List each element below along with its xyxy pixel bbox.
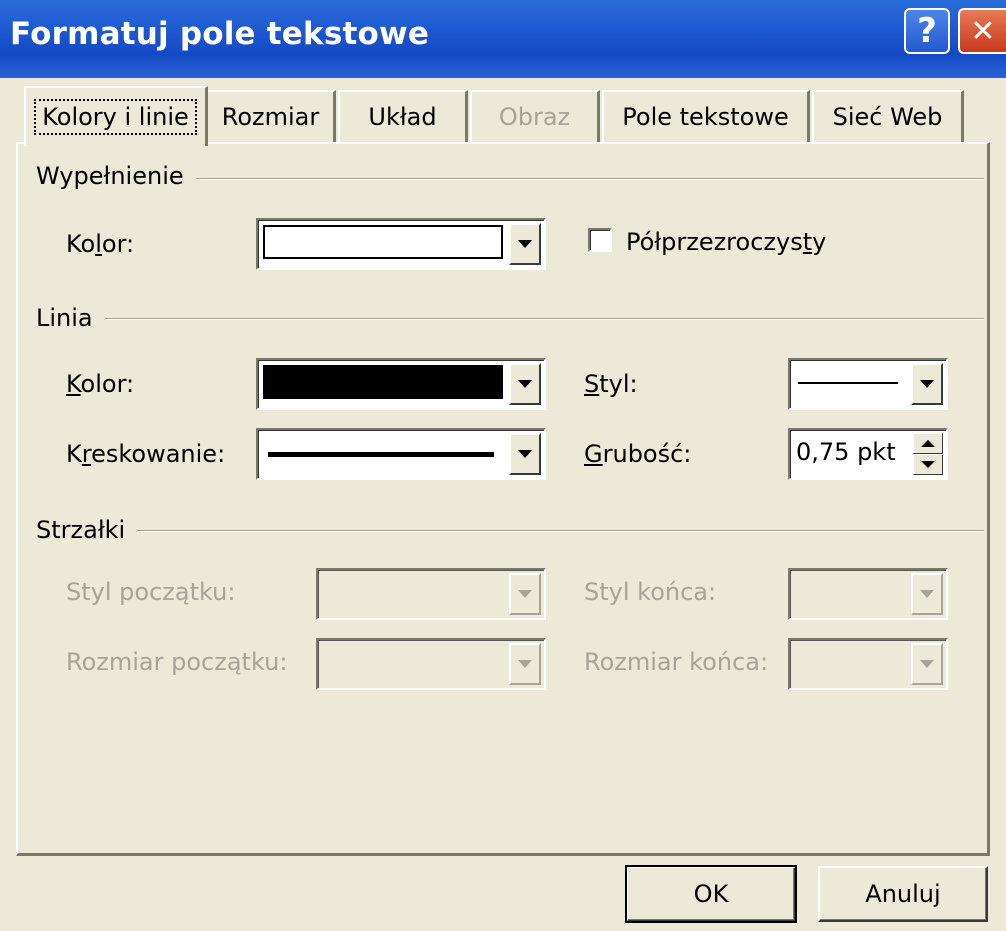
tab-label: Układ bbox=[368, 103, 437, 131]
fill-color-swatch bbox=[263, 225, 503, 259]
line-section-divider bbox=[36, 318, 984, 320]
fill-section-label: Wypełnienie bbox=[36, 162, 196, 190]
cancel-button[interactable]: Anuluj bbox=[818, 866, 988, 922]
question-mark-icon: ? bbox=[917, 11, 937, 51]
tab-label: Rozmiar bbox=[221, 103, 320, 131]
chevron-down-icon bbox=[518, 380, 532, 388]
end-size-label: Rozmiar końca: bbox=[584, 648, 769, 676]
chevron-down-icon bbox=[518, 660, 532, 668]
semi-transparent-label: Półprzezroczysty bbox=[626, 228, 827, 256]
chevron-down-icon bbox=[920, 590, 934, 598]
title-bar[interactable]: Formatuj pole tekstowe ? ✕ bbox=[0, 0, 1006, 78]
dash-dropdown[interactable] bbox=[256, 428, 546, 480]
dash-preview bbox=[268, 452, 494, 457]
arrows-section-divider bbox=[36, 530, 984, 532]
semi-transparent-checkbox[interactable] bbox=[588, 228, 612, 252]
dropdown-button bbox=[911, 643, 943, 685]
tab-web[interactable]: Sieć Web bbox=[812, 90, 964, 142]
tab-colors-and-lines[interactable]: Kolory i linie bbox=[24, 86, 208, 146]
dropdown-button[interactable] bbox=[509, 433, 541, 475]
dropdown-button bbox=[509, 573, 541, 615]
tab-text-box[interactable]: Pole tekstowe bbox=[602, 90, 810, 142]
begin-style-dropdown bbox=[316, 568, 546, 620]
spin-up-button[interactable] bbox=[913, 433, 943, 454]
spin-down-button[interactable] bbox=[913, 454, 943, 475]
line-color-label: Kolor: bbox=[66, 370, 135, 398]
line-section-label: Linia bbox=[36, 304, 105, 332]
close-icon: ✕ bbox=[970, 13, 996, 49]
end-style-dropdown bbox=[788, 568, 948, 620]
line-color-dropdown[interactable] bbox=[256, 358, 546, 410]
help-button[interactable]: ? bbox=[904, 8, 950, 54]
weight-label: Grubość: bbox=[584, 440, 692, 468]
line-color-swatch bbox=[263, 365, 503, 399]
tab-label: Pole tekstowe bbox=[622, 103, 789, 131]
dropdown-button[interactable] bbox=[509, 363, 541, 405]
dropdown-button[interactable] bbox=[911, 363, 943, 405]
begin-size-label: Rozmiar początku: bbox=[66, 648, 288, 676]
weight-spinner[interactable]: 0,75 pkt bbox=[788, 428, 948, 480]
end-style-label: Styl końca: bbox=[584, 578, 717, 606]
close-button[interactable]: ✕ bbox=[958, 8, 1006, 54]
fill-color-dropdown[interactable] bbox=[256, 218, 546, 270]
chevron-down-icon bbox=[920, 660, 934, 668]
arrows-section-label: Strzałki bbox=[36, 516, 138, 544]
tab-label: Kolory i linie bbox=[34, 99, 197, 135]
line-style-preview bbox=[798, 382, 898, 384]
line-style-dropdown[interactable] bbox=[788, 358, 948, 410]
tab-layout[interactable]: Układ bbox=[338, 90, 468, 142]
fill-color-label: Kolor: bbox=[66, 230, 135, 258]
chevron-down-icon bbox=[518, 590, 532, 598]
dropdown-button bbox=[509, 643, 541, 685]
dropdown-button bbox=[911, 573, 943, 615]
chevron-down-icon bbox=[518, 450, 532, 458]
chevron-down-icon bbox=[920, 380, 934, 388]
dash-label: Kreskowanie: bbox=[66, 440, 226, 468]
arrow-down-icon bbox=[921, 461, 935, 468]
window-title: Formatuj pole tekstowe bbox=[10, 16, 430, 52]
tab-picture: Obraz bbox=[470, 90, 600, 142]
chevron-down-icon bbox=[518, 240, 532, 248]
tab-size[interactable]: Rozmiar bbox=[206, 90, 336, 142]
dropdown-button[interactable] bbox=[509, 223, 541, 265]
tab-label: Sieć Web bbox=[832, 103, 943, 131]
begin-size-dropdown bbox=[316, 638, 546, 690]
tab-label: Obraz bbox=[498, 103, 571, 131]
end-size-dropdown bbox=[788, 638, 948, 690]
arrow-up-icon bbox=[921, 440, 935, 447]
ok-button[interactable]: OK bbox=[625, 865, 797, 923]
cancel-button-label: Anuluj bbox=[865, 880, 941, 908]
line-style-label: Styl: bbox=[584, 370, 638, 398]
begin-style-label: Styl początku: bbox=[66, 578, 236, 606]
weight-value[interactable]: 0,75 pkt bbox=[796, 438, 896, 466]
ok-button-label: OK bbox=[693, 880, 729, 908]
